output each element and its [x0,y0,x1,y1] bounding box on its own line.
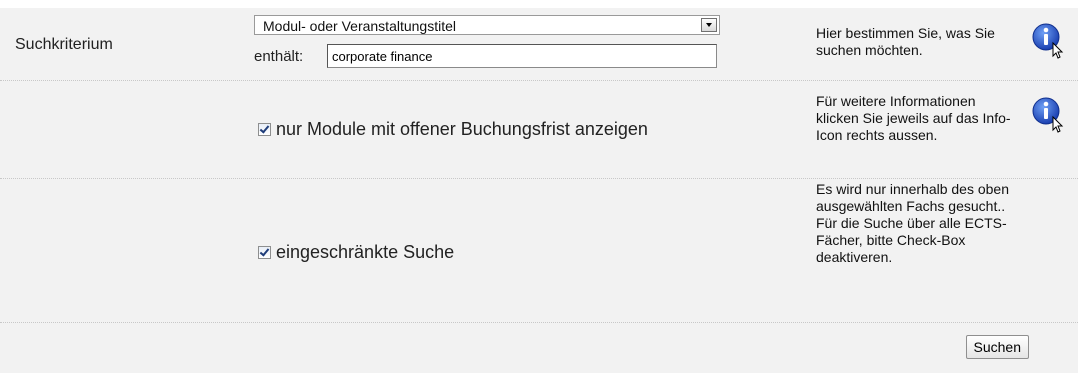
row-search-criterion: Suchkriterium Modul- oder Veranstaltungs… [0,8,1078,81]
chevron-down-icon[interactable] [701,18,717,32]
restricted-search-label: eingeschränkte Suche [276,242,455,262]
open-deadline-option[interactable]: nur Module mit offener Buchungsfrist anz… [258,119,648,140]
search-input[interactable] [327,44,717,68]
contains-label: enthält: [254,48,304,65]
restricted-search-checkbox[interactable] [258,246,271,259]
open-deadline-checkbox[interactable] [258,123,271,136]
info-icon[interactable] [1031,96,1067,136]
row-open-deadline: nur Module mit offener Buchungsfrist anz… [0,81,1078,179]
row-actions: Suchen [0,323,1078,373]
criterion-select-value: Modul- oder Veranstaltungstitel [263,18,456,34]
help-text-info: Für weitere Informationen klicken Sie je… [816,93,1011,143]
row-restricted-search: eingeschränkte Suche Es wird nur innerha… [0,179,1078,323]
restricted-search-option[interactable]: eingeschränkte Suche [258,242,454,263]
criterion-select[interactable]: Modul- oder Veranstaltungstitel [254,15,720,35]
help-text-criterion: Hier bestimmen Sie, was Sie suchen möcht… [816,25,995,58]
search-form: Suchkriterium Modul- oder Veranstaltungs… [0,0,1088,373]
open-deadline-label: nur Module mit offener Buchungsfrist anz… [276,119,648,139]
info-icon[interactable] [1031,22,1067,62]
criterion-label: Suchkriterium [15,36,113,53]
search-button[interactable]: Suchen [965,335,1029,359]
help-text-restricted: Es wird nur innerhalb des oben ausgewähl… [816,181,1010,265]
